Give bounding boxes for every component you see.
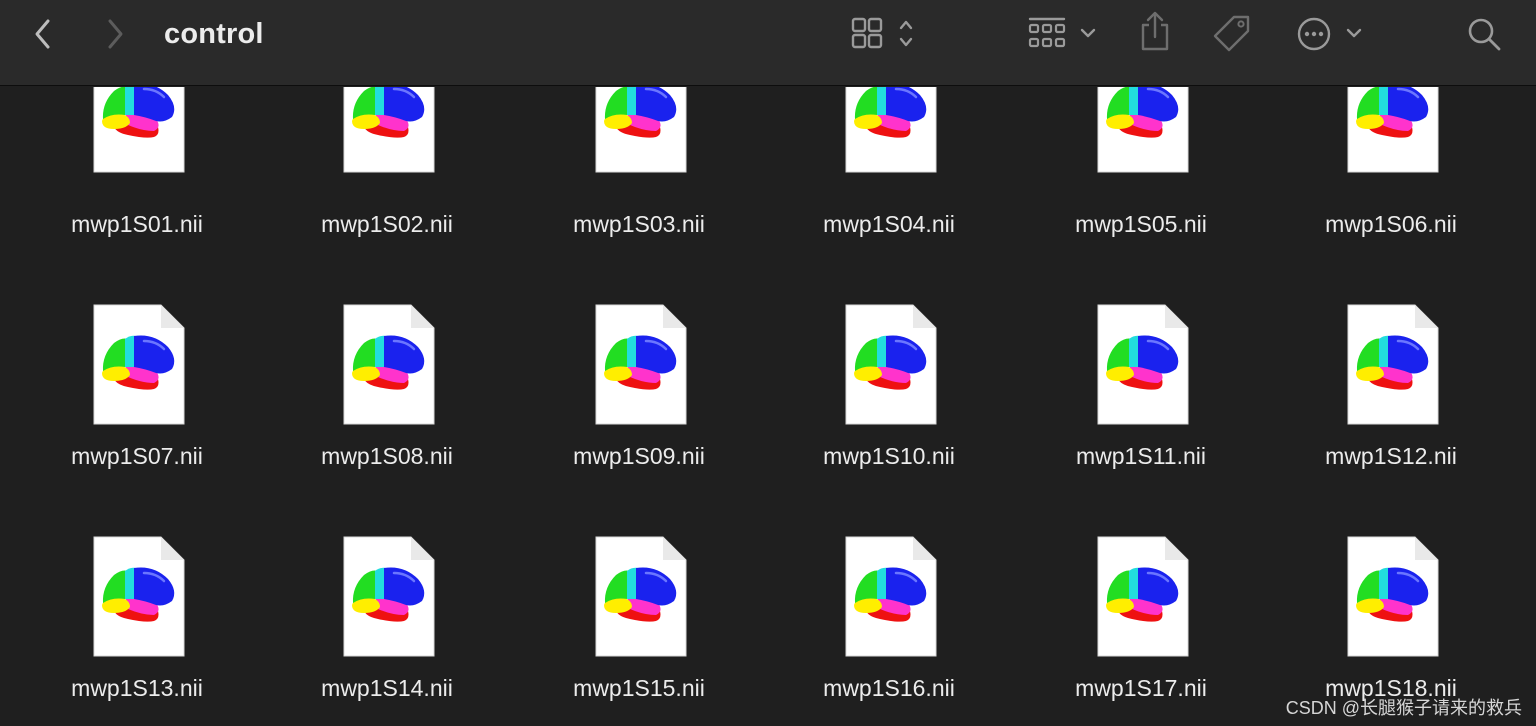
file-grid: mwp1S01.nii mwp1S02.nii mwp1S03.nii mwp1S04…: [0, 87, 1536, 726]
file-name: mwp1S17.nii: [1075, 675, 1207, 701]
file-name: mwp1S12.nii: [1325, 443, 1457, 469]
more-actions-button[interactable]: [1294, 14, 1366, 54]
file-name: mwp1S04.nii: [823, 211, 955, 237]
nifti-file-icon: [1095, 87, 1191, 175]
file-name: mwp1S10.nii: [823, 443, 955, 469]
nifti-file-icon: [1095, 303, 1191, 427]
window-title: control: [164, 18, 264, 50]
nifti-file-icon: [341, 535, 437, 659]
watermark: CSDN @长腿猴子请来的救兵: [1285, 698, 1522, 718]
nifti-file-icon: [843, 303, 939, 427]
file-name: mwp1S15.nii: [573, 675, 705, 701]
chevron-right-icon: [108, 19, 123, 49]
nifti-file-icon: [91, 303, 187, 427]
nifti-file-icon: [593, 535, 689, 659]
nifti-file-icon: [1345, 87, 1441, 175]
nifti-file-icon: [91, 87, 187, 175]
file-name: mwp1S05.nii: [1075, 211, 1207, 237]
share-icon: [1141, 11, 1169, 51]
tag-icon: [1213, 15, 1250, 52]
file-name: mwp1S06.nii: [1325, 211, 1457, 237]
file-name: mwp1S09.nii: [573, 443, 705, 469]
file-name: mwp1S08.nii: [321, 443, 453, 469]
group-grid-icon: [1028, 17, 1096, 48]
file-name: mwp1S02.nii: [321, 211, 453, 237]
toolbar: control: [0, 0, 1536, 86]
nifti-file-icon: [1095, 535, 1191, 659]
group-by-button[interactable]: [1024, 14, 1100, 54]
nifti-file-icon: [843, 87, 939, 175]
chevron-left-icon: [35, 19, 50, 49]
tags-button[interactable]: [1210, 12, 1254, 56]
file-name: mwp1S14.nii: [321, 675, 453, 701]
nifti-file-icon: [1345, 303, 1441, 427]
nifti-file-icon: [843, 535, 939, 659]
file-name: mwp1S11.nii: [1076, 443, 1206, 469]
back-button[interactable]: [28, 16, 58, 52]
forward-button[interactable]: [100, 16, 130, 52]
nifti-file-icon: [593, 87, 689, 175]
search-button[interactable]: [1464, 14, 1504, 54]
file-name: mwp1S13.nii: [71, 675, 203, 701]
file-name: mwp1S03.nii: [573, 211, 705, 237]
share-button[interactable]: [1136, 10, 1174, 54]
view-mode-button[interactable]: [848, 14, 920, 54]
nifti-file-icon: [341, 303, 437, 427]
nifti-file-icon: [593, 303, 689, 427]
nifti-file-icon: [1345, 535, 1441, 659]
nifti-file-icon: [341, 87, 437, 175]
grid-view-icon: [851, 17, 913, 49]
nifti-file-icon: [91, 535, 187, 659]
ellipsis-circle-icon: [1297, 17, 1362, 51]
file-name: mwp1S01.nii: [71, 211, 203, 237]
file-name: mwp1S07.nii: [71, 443, 203, 469]
search-icon: [1468, 18, 1501, 51]
file-name: mwp1S16.nii: [823, 675, 955, 701]
